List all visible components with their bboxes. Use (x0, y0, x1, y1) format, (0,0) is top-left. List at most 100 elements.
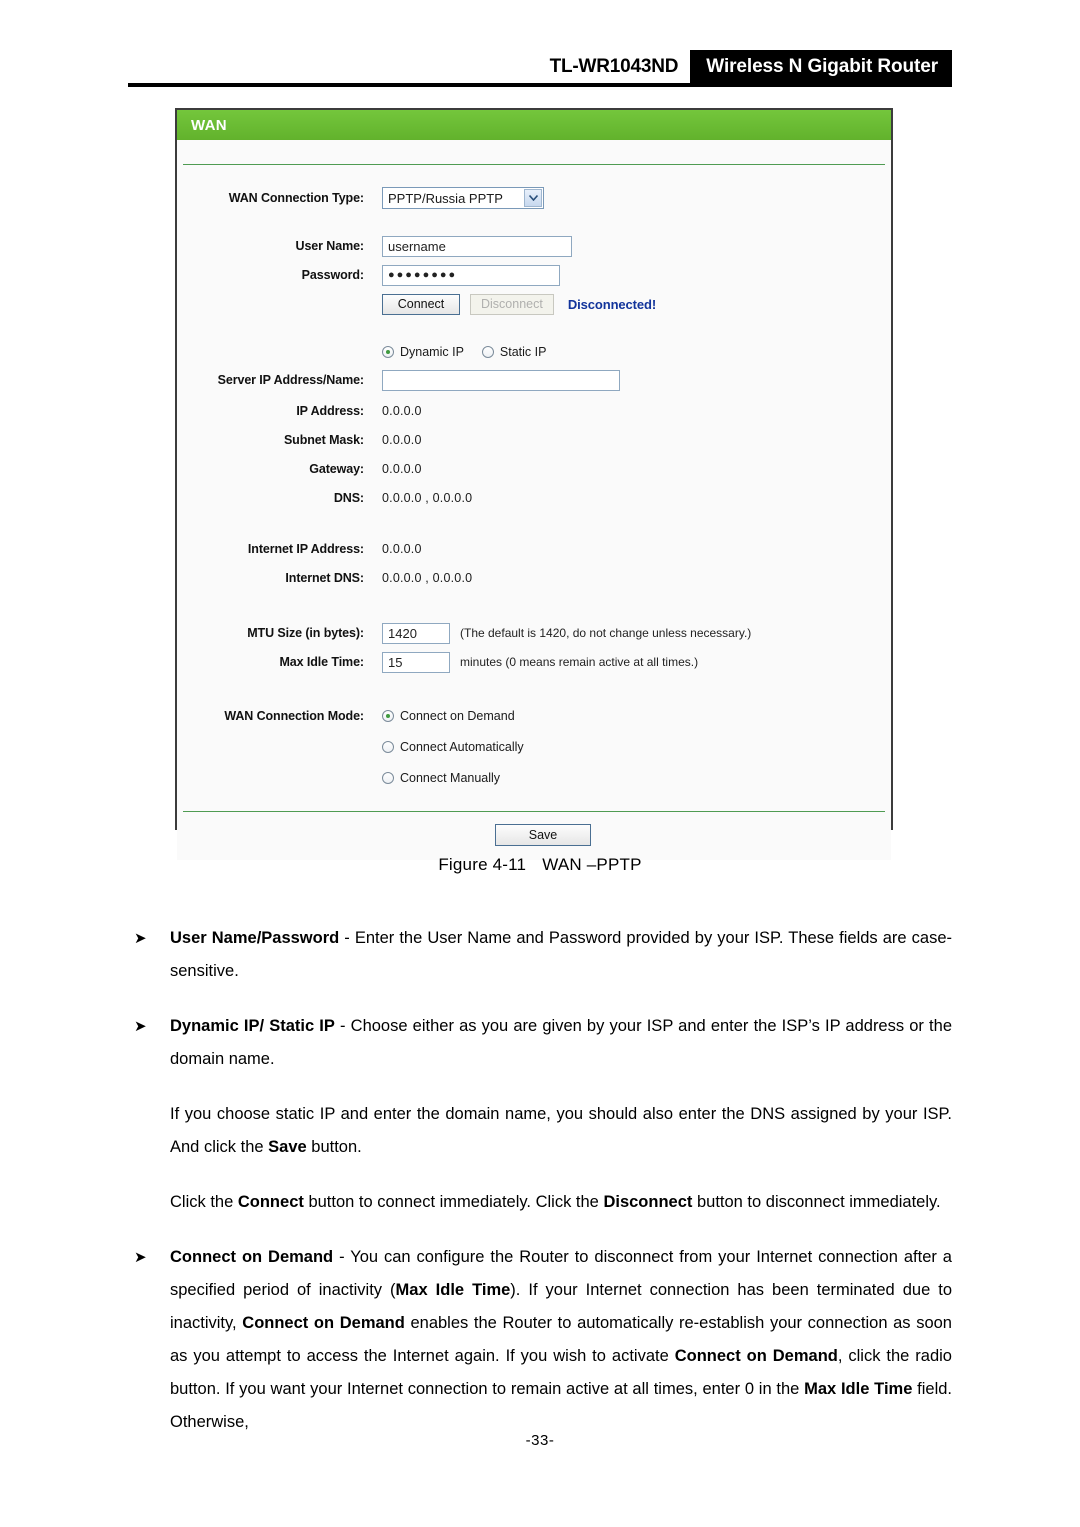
paragraph-connect-a: Click the (170, 1193, 238, 1211)
server-ip-input[interactable] (382, 369, 620, 391)
row-mtu-size: MTU Size (in bytes): 1420 (The default i… (177, 622, 891, 644)
max-idle-time-hint: minutes (0 means remain active at all ti… (460, 655, 699, 669)
bullet-cod-term-3: Connect on Demand (674, 1347, 838, 1365)
panel-title: WAN (177, 110, 891, 140)
gateway-value: 0.0.0.0 (382, 462, 422, 476)
ip-address-label: IP Address: (296, 404, 364, 418)
page-number: -33- (525, 1432, 555, 1449)
bullet-marker-icon: ➤ (134, 1249, 147, 1266)
bullet-user-name-password: ➤ User Name/Password - Enter the User Na… (128, 922, 952, 988)
paragraph-connect-e: button to disconnect immediately. (692, 1193, 941, 1211)
radio-static-ip-label: Static IP (499, 345, 547, 359)
bullet-marker-icon: ➤ (134, 930, 147, 947)
figure-caption: Figure 4-11 WAN –PPTP (0, 855, 1080, 875)
figure-caption-number: Figure 4-11 (438, 855, 527, 874)
dns-value: 0.0.0.0 , 0.0.0.0 (382, 491, 473, 505)
wan-connection-type-value: PPTP/Russia PPTP (388, 190, 503, 206)
paragraph-static-ip-dns-save: Save (268, 1138, 307, 1156)
panel-bottom-gap (177, 789, 891, 811)
radio-connect-on-demand[interactable]: Connect on Demand (382, 709, 533, 723)
row-ip-address: IP Address: 0.0.0.0 (177, 400, 891, 422)
row-connect-automatically: Connect Automatically (177, 736, 891, 758)
row-subnet-mask: Subnet Mask: 0.0.0.0 (177, 429, 891, 451)
radio-dynamic-ip[interactable]: Dynamic IP (382, 345, 482, 359)
password-label: Password: (301, 268, 364, 282)
user-name-label: User Name: (295, 239, 365, 253)
radio-connect-automatically[interactable]: Connect Automatically (382, 740, 542, 754)
gateway-label: Gateway: (309, 462, 364, 476)
bullet-cod-max-idle-1: Max Idle Time (395, 1281, 511, 1299)
radio-static-ip[interactable]: Static IP (481, 345, 565, 359)
internet-dns-label: Internet DNS: (285, 571, 364, 585)
user-name-input[interactable]: username (382, 235, 572, 257)
radio-connect-automatically-label: Connect Automatically (400, 740, 524, 754)
body-content: ➤ User Name/Password - Enter the User Na… (128, 900, 952, 1439)
radio-static-ip-indicator[interactable] (481, 346, 494, 358)
bullet-cod-term-2: Connect on Demand (242, 1314, 405, 1332)
row-user-name: User Name: username (177, 235, 891, 257)
bullet-connect-on-demand: ➤ Connect on Demand - You can configure … (128, 1241, 952, 1439)
connect-button[interactable]: Connect (382, 293, 460, 315)
wan-connection-type-select[interactable]: PPTP/Russia PPTP (382, 187, 544, 209)
subnet-mask-value: 0.0.0.0 (382, 433, 422, 447)
row-gateway: Gateway: 0.0.0.0 (177, 458, 891, 480)
row-max-idle-time: Max Idle Time: 15 minutes (0 means remai… (177, 651, 891, 673)
internet-ip-address-value: 0.0.0.0 (382, 542, 422, 556)
bullet-marker-icon: ➤ (134, 1018, 147, 1035)
row-connect-actions: Connect Disconnect Disconnected! (177, 293, 891, 315)
mtu-size-input[interactable]: 1420 (382, 622, 450, 644)
wan-connection-mode-label: WAN Connection Mode: (224, 709, 364, 723)
internet-dns-value: 0.0.0.0 , 0.0.0.0 (382, 571, 473, 585)
bullet-term-connect-on-demand: Connect on Demand (170, 1248, 334, 1266)
panel-title-gap (177, 140, 891, 164)
paragraph-static-ip-dns-c: button. (306, 1138, 362, 1156)
figure-caption-title: WAN –PPTP (542, 855, 642, 874)
panel-body: WAN Connection Type: PPTP/Russia PPTP Us… (177, 165, 891, 811)
row-password: Password: ●●●●●●●● (177, 264, 891, 286)
paragraph-disconnect-term: Disconnect (603, 1193, 693, 1211)
mtu-size-label: MTU Size (in bytes): (247, 626, 364, 640)
ip-address-value: 0.0.0.0 (382, 404, 422, 418)
radio-dynamic-ip-indicator[interactable] (382, 346, 394, 358)
radio-connect-on-demand-label: Connect on Demand (400, 709, 515, 723)
radio-connect-manually-indicator[interactable] (382, 772, 394, 784)
max-idle-time-label: Max Idle Time: (279, 655, 364, 669)
disconnect-button: Disconnect (470, 293, 554, 315)
save-button[interactable]: Save (495, 824, 591, 846)
bullet-cod-max-idle-2: Max Idle Time (804, 1380, 913, 1398)
header-model-name: TL-WR1043ND (549, 56, 679, 77)
max-idle-time-input[interactable]: 15 (382, 651, 450, 673)
bullet-dynamic-static-ip: ➤ Dynamic IP/ Static IP - Choose either … (128, 1010, 952, 1076)
row-wan-connection-mode: WAN Connection Mode: Connect on Demand (177, 705, 891, 727)
row-ip-mode: Dynamic IP Static IP (177, 341, 891, 363)
chevron-down-icon[interactable] (524, 189, 542, 207)
row-wan-connection-type: WAN Connection Type: PPTP/Russia PPTP (177, 187, 891, 209)
radio-connect-manually[interactable]: Connect Manually (382, 771, 518, 785)
radio-connect-manually-label: Connect Manually (400, 771, 501, 785)
header-rule (128, 83, 952, 87)
panel-footer: Save (177, 812, 891, 860)
server-ip-label: Server IP Address/Name: (217, 373, 364, 387)
paragraph-connect-term: Connect (237, 1193, 304, 1211)
paragraph-connect-disconnect: Click the Connect button to connect imme… (128, 1186, 952, 1219)
dns-label: DNS: (333, 491, 364, 505)
header-product-band: Wireless N Gigabit Router (690, 50, 952, 84)
radio-dynamic-ip-label: Dynamic IP (400, 345, 464, 359)
bullet-term-user-name-password: User Name/Password (170, 929, 340, 947)
radio-connect-automatically-indicator[interactable] (382, 741, 394, 753)
row-connect-manually: Connect Manually (177, 767, 891, 789)
connection-status-text: Disconnected! (567, 296, 657, 312)
wan-settings-panel: WAN WAN Connection Type: PPTP/Russia PPT… (175, 108, 893, 860)
radio-connect-on-demand-indicator[interactable] (382, 710, 394, 722)
running-header: TL-WR1043ND Wireless N Gigabit Router (128, 50, 952, 88)
password-masked-value: ●●●●●●●● (388, 268, 458, 281)
subnet-mask-label: Subnet Mask: (283, 433, 364, 447)
internet-ip-address-label: Internet IP Address: (247, 542, 364, 556)
bullet-term-dynamic-static-ip: Dynamic IP/ Static IP (170, 1017, 335, 1035)
paragraph-connect-c: button to connect immediately. Click the (303, 1193, 604, 1211)
row-internet-dns: Internet DNS: 0.0.0.0 , 0.0.0.0 (177, 567, 891, 589)
row-server-ip: Server IP Address/Name: (177, 369, 891, 391)
row-dns: DNS: 0.0.0.0 , 0.0.0.0 (177, 487, 891, 509)
password-input[interactable]: ●●●●●●●● (382, 264, 560, 286)
wan-connection-type-label: WAN Connection Type: (228, 191, 364, 205)
